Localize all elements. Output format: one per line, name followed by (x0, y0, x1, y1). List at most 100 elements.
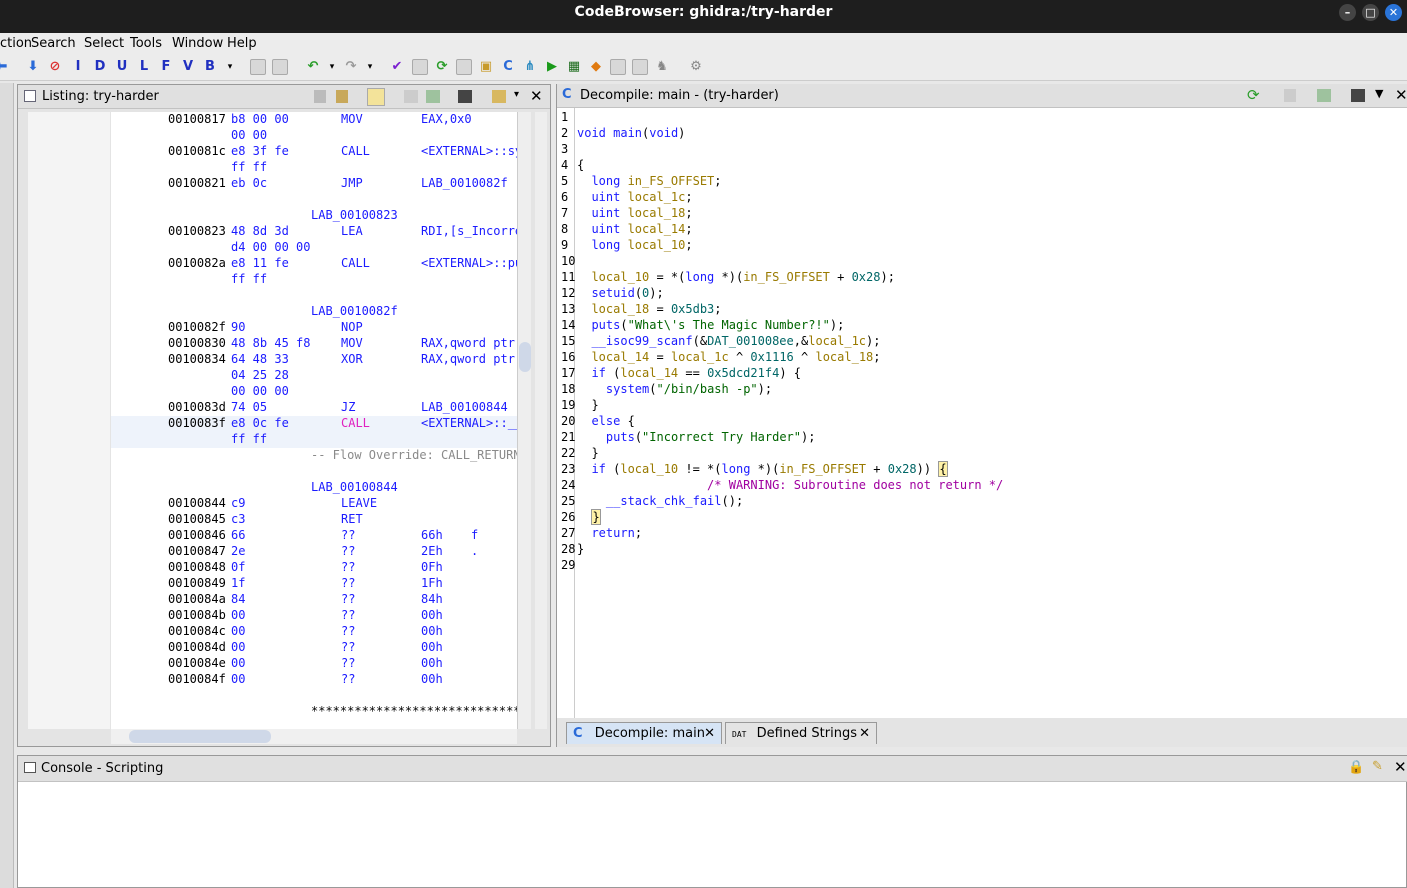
lock-icon[interactable]: 🔒 (1348, 760, 1364, 775)
tab-defined-strings[interactable]: DAT Defined Strings ✕ (725, 722, 877, 744)
snapshot-icon[interactable] (1351, 89, 1365, 102)
code-line[interactable]: puts("Incorrect Try Harder"); (577, 430, 816, 446)
close-decompile-icon[interactable]: ✕ (1395, 86, 1407, 104)
code-line[interactable]: void main(void) (577, 126, 685, 142)
close-tab-icon[interactable]: ✕ (704, 726, 715, 741)
export-icon[interactable] (632, 59, 648, 75)
listing-row[interactable]: ff ff (111, 272, 517, 288)
folder-icon[interactable]: ▣ (478, 59, 494, 75)
listing-row[interactable]: 0010084a 84?? 84h (111, 592, 517, 608)
snapshot-icon[interactable] (458, 90, 472, 103)
edit-icon[interactable] (1317, 89, 1331, 102)
listing-row[interactable] (111, 288, 517, 304)
code-line[interactable]: uint local_14; (577, 222, 692, 238)
nav-u-button[interactable]: U (114, 59, 130, 75)
cursor-icon[interactable] (367, 88, 385, 106)
listing-row[interactable]: 00100834 64 48 33 XOR RAX,qword ptr (111, 352, 517, 368)
nav-v-button[interactable]: V (180, 59, 196, 75)
horizontal-scroll-thumb[interactable] (129, 730, 271, 743)
menu-select[interactable]: Select (84, 36, 124, 51)
listing-row[interactable]: ff ff (111, 432, 517, 448)
close-console-icon[interactable]: ✕ (1394, 758, 1407, 776)
window-icon[interactable] (610, 59, 626, 75)
listing-row[interactable]: 00 00 00 (111, 384, 517, 400)
listing-row[interactable]: 0010084d 00?? 00h (111, 640, 517, 656)
listing-row[interactable]: 00100844 c9 LEAVE (111, 496, 517, 512)
listing-row[interactable]: 04 25 28 (111, 368, 517, 384)
maximize-button[interactable]: □ (1362, 4, 1379, 21)
listing-row[interactable]: 00100830 48 8b 45 f8 MOV RAX,qword ptr (111, 336, 517, 352)
listing-row[interactable]: 00100845 c3 RET (111, 512, 517, 528)
listing-row[interactable]: -- Flow Override: CALL_RETURN (111, 448, 517, 464)
nav-b-button[interactable]: B (202, 59, 218, 75)
memory-icon[interactable]: ▦ (566, 59, 582, 75)
code-line[interactable]: { (577, 158, 584, 174)
code-line[interactable]: long local_10; (577, 238, 692, 254)
copy-icon[interactable] (314, 90, 326, 103)
decompile-icon[interactable]: C (500, 59, 516, 75)
listing-row[interactable]: d4 00 00 00 (111, 240, 517, 256)
layout-icon[interactable] (492, 90, 506, 103)
listing-row[interactable]: 0010084b 00?? 00h (111, 608, 517, 624)
code-line[interactable]: } (577, 542, 584, 558)
close-window-button[interactable]: ✕ (1385, 4, 1402, 21)
listing-row[interactable]: 0010083d 74 05 JZ LAB_00100844 (111, 400, 517, 416)
listing-row[interactable]: 00100821 eb 0c JMP LAB_0010082f (111, 176, 517, 192)
code-line[interactable]: puts("What\'s The Magic Number?!"); (577, 318, 844, 334)
nav-i-button[interactable]: I (70, 59, 86, 75)
nav-l-button[interactable]: L (136, 59, 152, 75)
listing-vertical-scrollbar[interactable] (517, 112, 531, 729)
listing-row[interactable]: 00100823 48 8d 3d LEA RDI,[s_Incorre (111, 224, 517, 240)
back-icon[interactable]: ⬅ (0, 59, 10, 75)
code-line[interactable]: else { (577, 414, 634, 430)
code-line[interactable]: __stack_chk_fail(); (577, 494, 743, 510)
checkmark-icon[interactable]: ✔ (389, 59, 405, 75)
dropdown-arrow-icon[interactable]: ▾ (222, 59, 238, 75)
menu-window[interactable]: Window (172, 36, 223, 51)
code-line[interactable]: } (577, 398, 598, 414)
menu-search[interactable]: Search (31, 36, 76, 51)
code-line[interactable]: __isoc99_scanf(&DAT_001008ee,&local_1c); (577, 334, 880, 350)
menu-help[interactable]: Help (227, 36, 257, 51)
code-line[interactable]: } (577, 446, 598, 462)
code-line[interactable]: return; (577, 526, 642, 542)
code-line[interactable]: } (577, 509, 601, 526)
listing-row[interactable]: 0010084f 00?? 00h (111, 672, 517, 688)
refresh-icon[interactable]: ⟳ (434, 59, 450, 75)
tool-icon[interactable] (272, 59, 288, 75)
bytes-icon[interactable] (412, 59, 428, 75)
diamond-icon[interactable]: ◆ (588, 59, 604, 75)
menu-dropdown-icon[interactable]: ▾ (514, 89, 519, 100)
listing-row[interactable] (111, 688, 517, 704)
code-line[interactable]: setuid(0); (577, 286, 663, 302)
plugin-icon[interactable]: ♞ (654, 59, 670, 75)
code-line[interactable]: uint local_1c; (577, 190, 692, 206)
run-icon[interactable]: ▶ (544, 59, 560, 75)
stop-icon[interactable]: ⊘ (47, 59, 63, 75)
minimize-button[interactable]: – (1339, 4, 1356, 21)
clear-console-icon[interactable]: ✎ (1372, 759, 1383, 774)
paste-icon[interactable] (336, 90, 348, 103)
dropdown-arrow-icon[interactable]: ▾ (362, 59, 378, 75)
nav-d-button[interactable]: D (92, 59, 108, 75)
dropdown-arrow-icon[interactable]: ▾ (324, 59, 340, 75)
table-icon[interactable] (456, 59, 472, 75)
scroll-thumb[interactable] (519, 342, 531, 372)
listing-row[interactable]: 00100847 2e?? 2Eh. (111, 544, 517, 560)
listing-row[interactable]: 0010082a e8 11 fe CALL <EXTERNAL>::pu (111, 256, 517, 272)
listing-row[interactable]: 0010082f 90 NOP (111, 320, 517, 336)
code-line[interactable]: /* WARNING: Subroutine does not return *… (577, 478, 1003, 494)
code-line[interactable]: if (local_10 != *(long *)(in_FS_OFFSET +… (577, 461, 948, 478)
listing-row[interactable]: LAB_0010082f (111, 304, 517, 320)
code-line[interactable]: long in_FS_OFFSET; (577, 174, 721, 190)
listing-row[interactable]: 00100846 66?? 66h f (111, 528, 517, 544)
nav-f-button[interactable]: F (158, 59, 174, 75)
redo-icon[interactable]: ↷ (343, 59, 359, 75)
listing-row[interactable]: ****************************** (111, 704, 517, 720)
refresh-decompile-icon[interactable]: ⟳ (1247, 86, 1260, 104)
listing-row[interactable] (111, 464, 517, 480)
edit-icon[interactable] (426, 90, 440, 103)
copy-icon[interactable] (1284, 89, 1296, 102)
listing-row[interactable]: ff ff (111, 160, 517, 176)
listing-row[interactable]: LAB_00100823 (111, 208, 517, 224)
